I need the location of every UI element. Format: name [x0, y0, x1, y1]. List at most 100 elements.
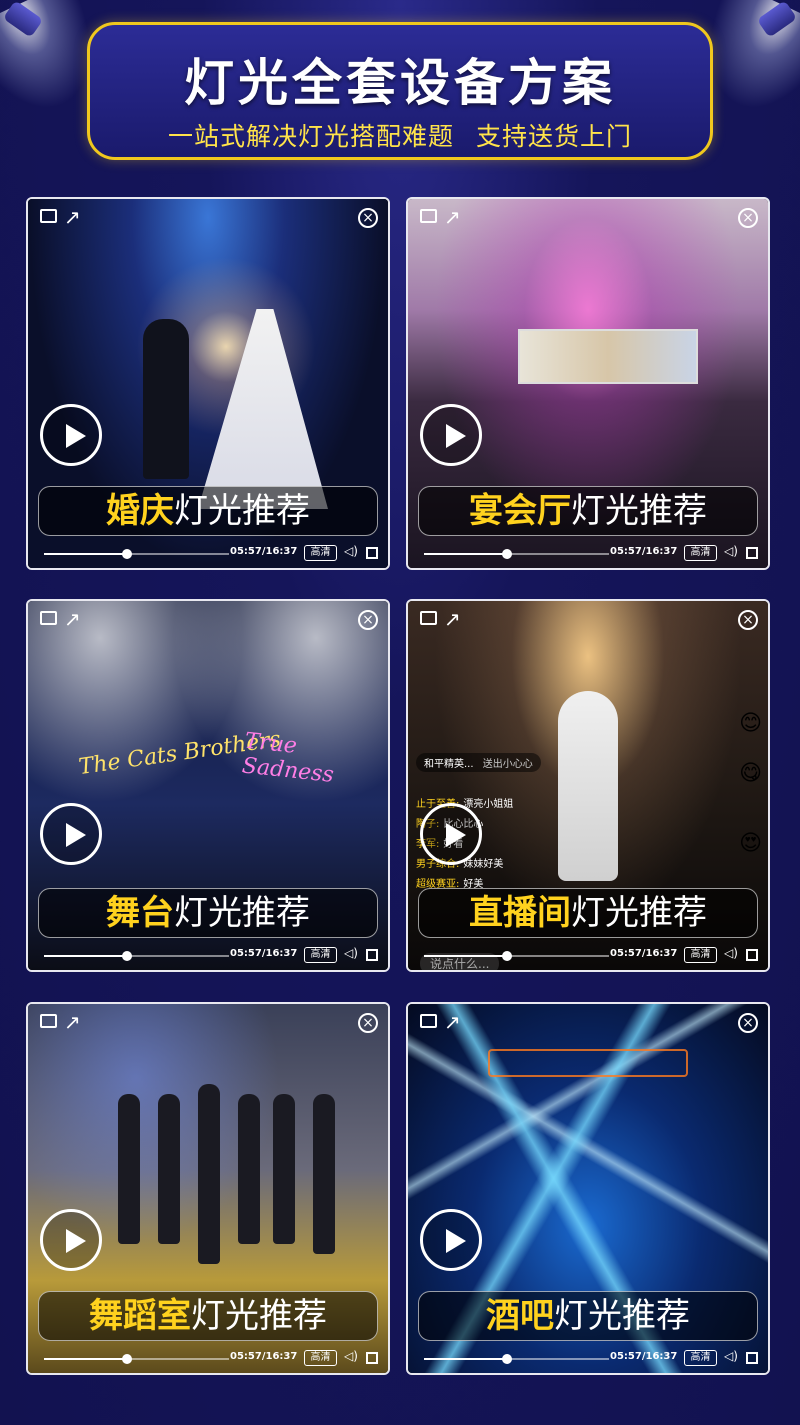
label-rest: 灯光推荐 [191, 1296, 327, 1336]
label-highlight: 舞台 [106, 893, 174, 933]
video-label: 酒吧灯光推荐 [418, 1291, 758, 1341]
label-rest: 灯光推荐 [174, 491, 310, 531]
close-icon[interactable]: × [358, 1013, 378, 1033]
time-readout: 05:57/16:37 [230, 546, 298, 557]
label-highlight: 宴会厅 [469, 491, 571, 531]
volume-icon[interactable]: ◁) [344, 946, 358, 960]
subtitle-right: 支持送货上门 [476, 122, 633, 151]
share-icon[interactable]: ↗ [444, 205, 461, 229]
airplay-icon[interactable] [40, 611, 57, 625]
progress-fill [424, 1358, 508, 1360]
time-readout: 05:57/16:37 [230, 948, 298, 959]
video-label: 舞蹈室灯光推荐 [38, 1291, 378, 1341]
play-button[interactable] [420, 404, 482, 466]
player-controls: 05:57/16:37 高清 ◁) [40, 946, 378, 965]
progress-knob[interactable] [122, 549, 133, 559]
progress-bar[interactable] [44, 951, 229, 961]
label-highlight: 酒吧 [486, 1296, 554, 1336]
play-button[interactable] [40, 404, 102, 466]
close-icon[interactable]: × [738, 1013, 758, 1033]
fullscreen-icon[interactable] [746, 949, 758, 961]
volume-icon[interactable]: ◁) [724, 544, 738, 558]
share-icon[interactable]: ↗ [64, 205, 81, 229]
play-button[interactable] [420, 803, 482, 865]
progress-fill [44, 1358, 128, 1360]
close-icon[interactable]: × [738, 208, 758, 228]
stage-screen [518, 329, 698, 384]
video-label: 直播间灯光推荐 [418, 888, 758, 938]
airplay-icon[interactable] [40, 209, 57, 223]
progress-knob[interactable] [502, 1354, 513, 1364]
player-controls: 05:57/16:37 高清 ◁) [40, 544, 378, 563]
label-rest: 灯光推荐 [174, 893, 310, 933]
page-title: 灯光全套设备方案 [184, 54, 616, 112]
emoji-icon: 😊 [739, 711, 762, 736]
label-rest: 灯光推荐 [554, 1296, 690, 1336]
header: 灯光全套设备方案 一站式解决灯光搭配难题 支持送货上门 [0, 0, 800, 190]
volume-icon[interactable]: ◁) [344, 1349, 358, 1363]
dancer-figure [238, 1094, 260, 1244]
play-button[interactable] [40, 803, 102, 865]
play-button[interactable] [40, 1209, 102, 1271]
share-icon[interactable]: ↗ [444, 1010, 461, 1034]
share-icon[interactable]: ↗ [64, 1010, 81, 1034]
fullscreen-icon[interactable] [366, 547, 378, 559]
singer-figure [558, 691, 618, 881]
dancer-figure [273, 1094, 295, 1244]
quality-button[interactable]: 高清 [304, 1350, 337, 1366]
fullscreen-icon[interactable] [746, 1352, 758, 1364]
quality-button[interactable]: 高清 [684, 1350, 717, 1366]
label-highlight: 舞蹈室 [89, 1296, 191, 1336]
close-icon[interactable]: × [358, 208, 378, 228]
progress-knob[interactable] [502, 951, 513, 961]
video-card-live-stream[interactable]: 和平精英... 送出小心心 止于至善: 漂亮小姐姐 陶子: 比心比心 李军: 好看 男… [406, 599, 770, 972]
video-card-bar[interactable]: ↗ × 酒吧灯光推荐 05:57/16:37 高清 ◁) [406, 1002, 770, 1375]
time-readout: 05:57/16:37 [230, 1351, 298, 1362]
airplay-icon[interactable] [420, 611, 437, 625]
video-card-dance-studio[interactable]: ↗ × 舞蹈室灯光推荐 05:57/16:37 高清 ◁) [26, 1002, 390, 1375]
video-label: 宴会厅灯光推荐 [418, 486, 758, 536]
airplay-icon[interactable] [420, 209, 437, 223]
progress-knob[interactable] [502, 549, 513, 559]
share-icon[interactable]: ↗ [444, 607, 461, 631]
volume-icon[interactable]: ◁) [344, 544, 358, 558]
video-card-banquet[interactable]: ↗ × 宴会厅灯光推荐 05:57/16:37 高清 ◁) [406, 197, 770, 570]
player-controls: 05:57/16:37 高清 ◁) [420, 544, 758, 563]
airplay-icon[interactable] [420, 1014, 437, 1028]
progress-fill [44, 955, 128, 957]
progress-bar[interactable] [44, 1354, 229, 1364]
close-icon[interactable]: × [358, 610, 378, 630]
play-button[interactable] [420, 1209, 482, 1271]
video-card-wedding[interactable]: ↗ × 婚庆灯光推荐 05:57/16:37 高清 ◁) [26, 197, 390, 570]
fullscreen-icon[interactable] [746, 547, 758, 559]
share-icon[interactable]: ↗ [64, 607, 81, 631]
video-label: 舞台灯光推荐 [38, 888, 378, 938]
neon-sign-right: True Sadness [240, 728, 335, 788]
progress-bar[interactable] [424, 951, 609, 961]
quality-button[interactable]: 高清 [304, 545, 337, 561]
subtitle-left: 一站式解决灯光搭配难题 [167, 122, 454, 151]
progress-knob[interactable] [122, 1354, 133, 1364]
progress-bar[interactable] [424, 549, 609, 559]
label-highlight: 直播间 [469, 893, 571, 933]
label-rest: 灯光推荐 [571, 491, 707, 531]
label-highlight: 婚庆 [106, 491, 174, 531]
volume-icon[interactable]: ◁) [724, 946, 738, 960]
progress-fill [44, 553, 128, 555]
airplay-icon[interactable] [40, 1014, 57, 1028]
title-banner: 灯光全套设备方案 一站式解决灯光搭配难题 支持送货上门 [87, 22, 713, 160]
quality-button[interactable]: 高清 [304, 947, 337, 963]
volume-icon[interactable]: ◁) [724, 1349, 738, 1363]
close-icon[interactable]: × [738, 610, 758, 630]
fullscreen-icon[interactable] [366, 1352, 378, 1364]
fullscreen-icon[interactable] [366, 949, 378, 961]
progress-bar[interactable] [44, 549, 229, 559]
progress-bar[interactable] [424, 1354, 609, 1364]
quality-button[interactable]: 高清 [684, 947, 717, 963]
emoji-icon: 😍 [739, 831, 762, 856]
quality-button[interactable]: 高清 [684, 545, 717, 561]
progress-fill [424, 553, 508, 555]
video-card-stage[interactable]: The Cats Brothers True Sadness ↗ × 舞台灯光推… [26, 599, 390, 972]
dancer-figure [118, 1094, 140, 1244]
progress-knob[interactable] [122, 951, 133, 961]
